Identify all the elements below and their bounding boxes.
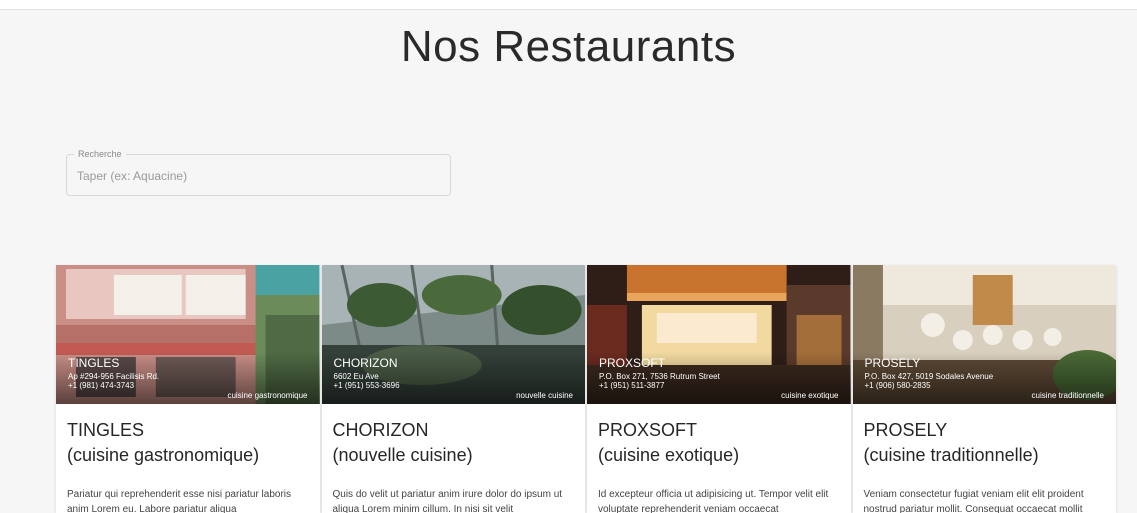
card-description: Pariatur qui reprehenderit esse nisi par… — [67, 489, 292, 513]
card-title: CHORIZON — [332, 420, 429, 440]
overlay-address: Ap #294-956 Facilisis Rd. +1 (981) 474-3… — [68, 372, 160, 390]
page-title: Nos Restaurants — [400, 22, 737, 71]
card-title: PROXSOFT — [598, 420, 698, 440]
overlay-address: P.O. Box 427, 5019 Sodales Avenue +1 (90… — [864, 372, 994, 390]
restaurant-card[interactable]: TINGLES Ap #294-956 Facilisis Rd. +1 (98… — [56, 265, 320, 513]
card-title: PROSELY — [863, 420, 948, 440]
overlay-cuisine: cuisine traditionnelle — [1031, 391, 1105, 400]
overlay-cuisine: nouvelle cuisine — [516, 391, 573, 400]
overlay-address: 6602 Eu Ave +1 (951) 553-3696 — [333, 372, 400, 390]
overlay-name: CHORIZON — [333, 356, 398, 370]
card-description: Quis do velit ut pariatur anim irure dol… — [332, 489, 563, 513]
overlay-cuisine: cuisine exotique — [781, 391, 839, 400]
restaurant-list: TINGLES Ap #294-956 Facilisis Rd. +1 (98… — [56, 265, 1116, 513]
restaurant-image: PROXSOFT P.O. Box 271, 7536 Rutrum Stree… — [587, 265, 851, 404]
restaurant-image: PROSELY P.O. Box 427, 5019 Sodales Avenu… — [852, 265, 1116, 404]
overlay-address: P.O. Box 271, 7536 Rutrum Street +1 (951… — [599, 372, 720, 390]
card-cuisine: (cuisine traditionnelle) — [863, 445, 1039, 465]
overlay-cuisine: cuisine gastronomique — [227, 391, 308, 400]
restaurant-card[interactable]: CHORIZON 6602 Eu Ave +1 (951) 553-3696 n… — [321, 265, 585, 513]
overlay-name: TINGLES — [68, 356, 120, 370]
restaurant-card[interactable]: PROSELY P.O. Box 427, 5019 Sodales Avenu… — [852, 265, 1116, 513]
card-cuisine: (nouvelle cuisine) — [332, 445, 473, 465]
search-input[interactable] — [77, 167, 437, 185]
search-label: Recherche — [74, 149, 126, 159]
card-cuisine: (cuisine gastronomique) — [67, 445, 260, 465]
restaurant-image: TINGLES Ap #294-956 Facilisis Rd. +1 (98… — [56, 265, 320, 404]
card-description: Veniam consectetur fugiat veniam elit el… — [863, 489, 1084, 513]
search-field[interactable]: Recherche — [66, 149, 451, 196]
card-description: Id excepteur officia ut adipisicing ut. … — [598, 489, 829, 513]
top-bar — [0, 0, 1137, 10]
card-title: TINGLES — [67, 420, 145, 440]
overlay-name: PROSELY — [864, 356, 921, 370]
card-cuisine: (cuisine exotique) — [598, 445, 740, 465]
restaurant-card[interactable]: PROXSOFT P.O. Box 271, 7536 Rutrum Stree… — [587, 265, 851, 513]
overlay-name: PROXSOFT — [599, 356, 666, 370]
restaurant-image: CHORIZON 6602 Eu Ave +1 (951) 553-3696 n… — [321, 265, 585, 404]
